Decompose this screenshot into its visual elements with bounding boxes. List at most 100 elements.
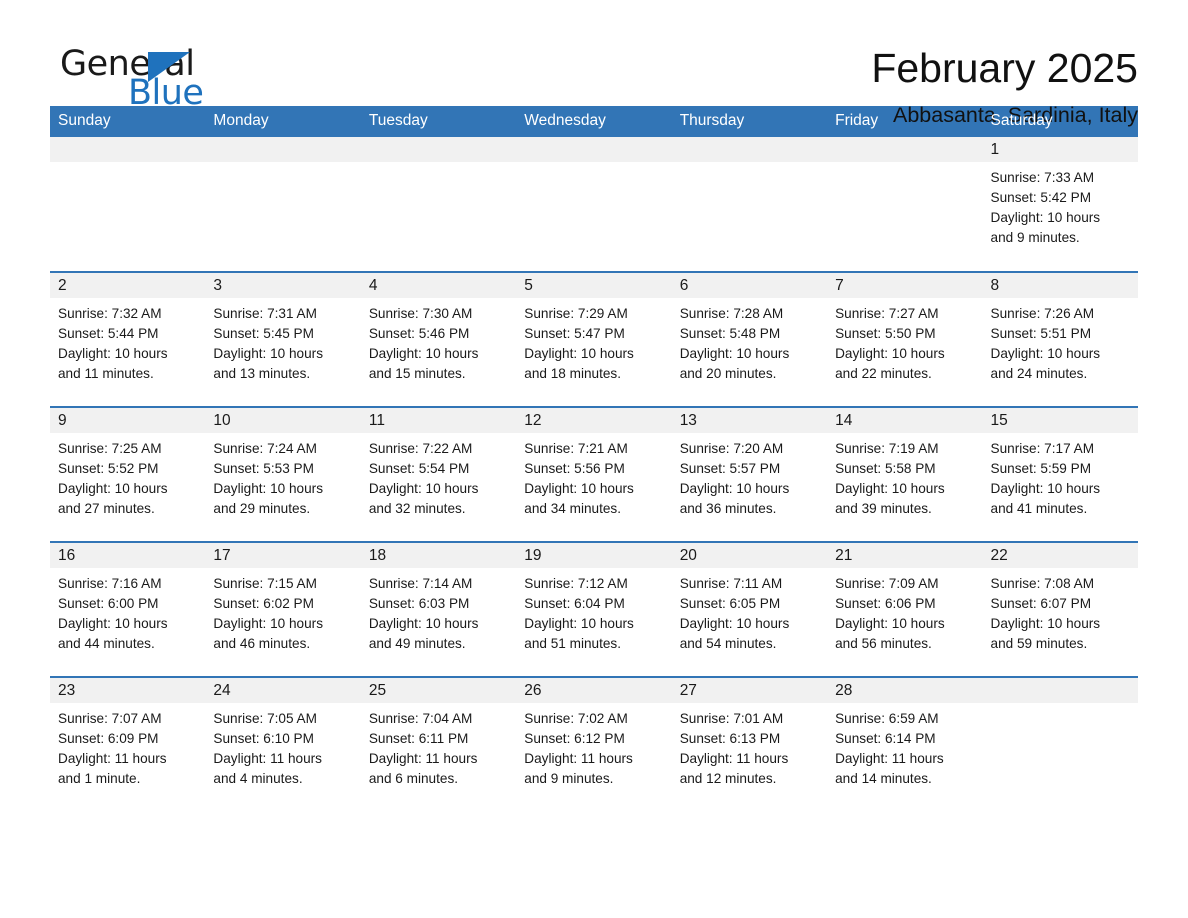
day-sunrise-text: Sunrise: 7:27 AM bbox=[835, 306, 939, 321]
logo-text-blue: Blue bbox=[128, 73, 204, 113]
calendar-day-cell[interactable]: 1 Sunrise: 7:33 AM Sunset: 5:42 PM Daylight… bbox=[982, 137, 1138, 272]
calendar-day-cell[interactable]: 6 Sunrise: 7:28 AM Sunset: 5:48 PM Daylight… bbox=[671, 271, 828, 407]
day-daylight-line1-text: Daylight: 10 hours bbox=[524, 616, 634, 631]
day-details: Sunrise: 7:04 AM Sunset: 6:11 PM Daylight:… bbox=[361, 703, 516, 789]
calendar-day-cell[interactable]: 13 Sunrise: 7:20 AM Sunset: 5:57 PM Dayligh… bbox=[671, 406, 828, 542]
day-sunrise-text: Sunrise: 7:26 AM bbox=[990, 306, 1095, 321]
page-header: General Blue February 2025 Abbasanta, Sa… bbox=[50, 0, 1138, 127]
calendar-day-cell[interactable]: 11 Sunrise: 7:22 AM Sunset: 5:54 PM Dayligh… bbox=[360, 406, 517, 542]
day-number: 2 bbox=[50, 273, 206, 298]
calendar-day-cell[interactable]: 14 Sunrise: 7:19 AM Sunset: 5:58 PM Dayligh… bbox=[827, 406, 983, 542]
calendar-day-cell[interactable]: 10 Sunrise: 7:24 AM Sunset: 5:53 PM Dayligh… bbox=[205, 406, 361, 542]
day-daylight-line1-text: Daylight: 10 hours bbox=[835, 616, 945, 631]
day-number: 1 bbox=[982, 137, 1138, 162]
day-number: 5 bbox=[516, 273, 672, 298]
day-sunset-text: Sunset: 5:57 PM bbox=[679, 461, 781, 476]
calendar-empty-cell bbox=[205, 137, 361, 272]
calendar-day-cell[interactable]: 20 Sunrise: 7:11 AM Sunset: 6:05 PM Dayligh… bbox=[671, 541, 828, 677]
day-sunrise-text: Sunrise: 7:08 AM bbox=[990, 576, 1095, 591]
calendar-empty-cell bbox=[516, 137, 672, 272]
day-sunset-text: Sunset: 6:09 PM bbox=[58, 731, 159, 746]
calendar-day-cell[interactable]: 8 Sunrise: 7:26 AM Sunset: 5:51 PM Daylight… bbox=[982, 271, 1138, 407]
day-details: Sunrise: 7:33 AM Sunset: 5:42 PM Daylight:… bbox=[983, 162, 1138, 248]
day-daylight-line2-text: and 41 minutes. bbox=[990, 501, 1088, 516]
day-sunrise-text: Sunrise: 7:31 AM bbox=[213, 306, 317, 321]
day-number: 11 bbox=[360, 408, 517, 433]
day-daylight-line2-text: and 56 minutes. bbox=[835, 636, 932, 651]
calendar-week-row: 2 Sunrise: 7:32 AM Sunset: 5:44 PM Daylight… bbox=[50, 271, 1138, 407]
calendar-day-cell[interactable]: 28 Sunrise: 6:59 AM Sunset: 6:14 PM Dayligh… bbox=[827, 676, 983, 812]
day-daylight-line2-text: and 24 minutes. bbox=[990, 366, 1088, 381]
day-daylight-line2-text: and 32 minutes. bbox=[368, 501, 466, 516]
day-daylight-line1-text: Daylight: 10 hours bbox=[368, 346, 479, 361]
calendar-day-cell[interactable]: 12 Sunrise: 7:21 AM Sunset: 5:56 PM Dayligh… bbox=[516, 406, 672, 542]
calendar-day-cell[interactable]: 27 Sunrise: 7:01 AM Sunset: 6:13 PM Dayligh… bbox=[671, 676, 828, 812]
calendar-day-cell[interactable]: 18 Sunrise: 7:14 AM Sunset: 6:03 PM Dayligh… bbox=[360, 541, 517, 677]
day-sunrise-text: Sunrise: 7:09 AM bbox=[835, 576, 939, 591]
day-details: Sunrise: 7:31 AM Sunset: 5:45 PM Daylight:… bbox=[205, 298, 360, 384]
day-number: 18 bbox=[360, 543, 517, 568]
day-sunset-text: Sunset: 6:07 PM bbox=[990, 596, 1092, 611]
calendar-day-cell[interactable]: 17 Sunrise: 7:15 AM Sunset: 6:02 PM Dayligh… bbox=[205, 541, 361, 677]
calendar-day-cell[interactable]: 9 Sunrise: 7:25 AM Sunset: 5:52 PM Daylight… bbox=[50, 406, 206, 542]
day-number: 20 bbox=[671, 543, 828, 568]
calendar-day-cell[interactable]: 23 Sunrise: 7:07 AM Sunset: 6:09 PM Dayligh… bbox=[50, 676, 206, 812]
day-daylight-line2-text: and 18 minutes. bbox=[524, 366, 621, 381]
day-number: 8 bbox=[982, 273, 1138, 298]
day-details: Sunrise: 7:16 AM Sunset: 6:00 PM Daylight:… bbox=[50, 568, 205, 654]
calendar-day-cell[interactable]: 2 Sunrise: 7:32 AM Sunset: 5:44 PM Daylight… bbox=[50, 271, 206, 407]
day-details: Sunrise: 7:19 AM Sunset: 5:58 PM Daylight:… bbox=[827, 433, 982, 519]
day-sunset-text: Sunset: 5:45 PM bbox=[213, 326, 314, 341]
day-number: 23 bbox=[50, 678, 206, 703]
day-number: 12 bbox=[516, 408, 672, 433]
day-sunset-text: Sunset: 5:42 PM bbox=[990, 190, 1092, 205]
day-daylight-line1-text: Daylight: 10 hours bbox=[58, 346, 168, 361]
calendar-day-cell[interactable]: 25 Sunrise: 7:04 AM Sunset: 6:11 PM Dayligh… bbox=[360, 676, 517, 812]
calendar-day-cell[interactable]: 3 Sunrise: 7:31 AM Sunset: 5:45 PM Daylight… bbox=[205, 271, 361, 407]
day-daylight-line1-text: Daylight: 10 hours bbox=[679, 346, 790, 361]
day-sunrise-text: Sunrise: 7:07 AM bbox=[58, 711, 162, 726]
calendar-day-cell[interactable]: 19 Sunrise: 7:12 AM Sunset: 6:04 PM Dayligh… bbox=[516, 541, 672, 677]
day-sunset-text: Sunset: 5:56 PM bbox=[524, 461, 625, 476]
page-title: February 2025 bbox=[871, 45, 1138, 91]
day-sunset-text: Sunset: 5:44 PM bbox=[58, 326, 159, 341]
day-sunrise-text: Sunrise: 7:12 AM bbox=[524, 576, 628, 591]
calendar-day-cell[interactable]: 24 Sunrise: 7:05 AM Sunset: 6:10 PM Dayligh… bbox=[205, 676, 361, 812]
day-daylight-line1-text: Daylight: 10 hours bbox=[213, 481, 323, 496]
general-blue-logo: General Blue bbox=[50, 44, 250, 114]
day-number: 6 bbox=[671, 273, 828, 298]
day-number bbox=[516, 137, 672, 162]
day-daylight-line1-text: Daylight: 11 hours bbox=[835, 751, 944, 766]
weekday-header-thursday: Thursday bbox=[671, 106, 828, 137]
calendar-day-cell[interactable]: 26 Sunrise: 7:02 AM Sunset: 6:12 PM Dayligh… bbox=[516, 676, 672, 812]
day-sunset-text: Sunset: 5:54 PM bbox=[368, 461, 470, 476]
day-number: 26 bbox=[516, 678, 672, 703]
day-daylight-line1-text: Daylight: 10 hours bbox=[213, 616, 323, 631]
day-details: Sunrise: 7:17 AM Sunset: 5:59 PM Daylight:… bbox=[983, 433, 1138, 519]
day-number: 22 bbox=[982, 543, 1138, 568]
day-daylight-line2-text: and 9 minutes. bbox=[990, 230, 1080, 245]
day-sunset-text: Sunset: 5:50 PM bbox=[835, 326, 936, 341]
day-details: Sunrise: 7:21 AM Sunset: 5:56 PM Daylight:… bbox=[516, 433, 671, 519]
calendar-week-row: 23 Sunrise: 7:07 AM Sunset: 6:09 PM Dayligh… bbox=[50, 676, 1138, 812]
day-number bbox=[50, 137, 206, 162]
day-details: Sunrise: 7:24 AM Sunset: 5:53 PM Daylight:… bbox=[205, 433, 360, 519]
day-details: Sunrise: 7:26 AM Sunset: 5:51 PM Daylight:… bbox=[983, 298, 1138, 384]
day-number: 28 bbox=[827, 678, 983, 703]
day-daylight-line1-text: Daylight: 10 hours bbox=[524, 346, 634, 361]
calendar-day-cell[interactable]: 4 Sunrise: 7:30 AM Sunset: 5:46 PM Daylight… bbox=[360, 271, 517, 407]
day-daylight-line2-text: and 6 minutes. bbox=[368, 771, 459, 786]
calendar-day-cell[interactable]: 16 Sunrise: 7:16 AM Sunset: 6:00 PM Dayligh… bbox=[50, 541, 206, 677]
calendar-day-cell[interactable]: 7 Sunrise: 7:27 AM Sunset: 5:50 PM Daylight… bbox=[827, 271, 983, 407]
weekday-header-wednesday: Wednesday bbox=[516, 106, 672, 137]
day-sunrise-text: Sunrise: 7:19 AM bbox=[835, 441, 939, 456]
calendar-day-cell[interactable]: 22 Sunrise: 7:08 AM Sunset: 6:07 PM Dayligh… bbox=[982, 541, 1138, 677]
day-daylight-line2-text: and 11 minutes. bbox=[58, 366, 154, 381]
calendar-day-cell[interactable]: 21 Sunrise: 7:09 AM Sunset: 6:06 PM Dayligh… bbox=[827, 541, 983, 677]
day-daylight-line2-text: and 14 minutes. bbox=[835, 771, 932, 786]
calendar-day-cell[interactable]: 15 Sunrise: 7:17 AM Sunset: 5:59 PM Dayligh… bbox=[982, 406, 1138, 542]
day-number: 17 bbox=[205, 543, 361, 568]
day-daylight-line1-text: Daylight: 10 hours bbox=[990, 616, 1101, 631]
day-details: Sunrise: 7:30 AM Sunset: 5:46 PM Daylight:… bbox=[361, 298, 516, 384]
calendar-day-cell[interactable]: 5 Sunrise: 7:29 AM Sunset: 5:47 PM Daylight… bbox=[516, 271, 672, 407]
